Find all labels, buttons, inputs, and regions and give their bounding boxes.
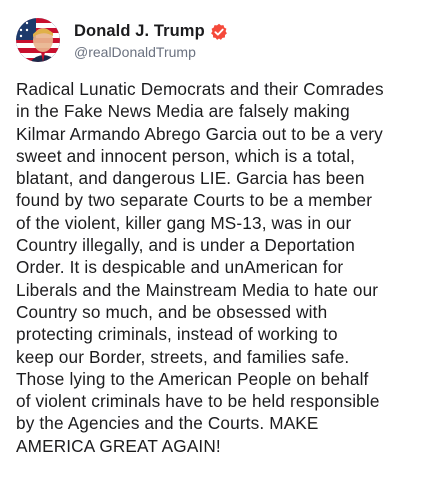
handle[interactable]: @realDonaldTrump <box>74 44 228 60</box>
post-card: Donald J. Trump @realDonaldTrump Radical… <box>0 0 428 500</box>
post-body-text: Radical Lunatic Democrats and their Comr… <box>16 79 384 456</box>
name-row: Donald J. Trump <box>74 21 228 43</box>
author-names: Donald J. Trump @realDonaldTrump <box>74 21 228 60</box>
avatar[interactable] <box>16 18 60 62</box>
display-name[interactable]: Donald J. Trump <box>74 22 205 41</box>
flag-portrait-avatar-icon <box>16 18 60 62</box>
post-header: Donald J. Trump @realDonaldTrump <box>16 16 228 64</box>
verified-badge-icon <box>210 23 228 41</box>
